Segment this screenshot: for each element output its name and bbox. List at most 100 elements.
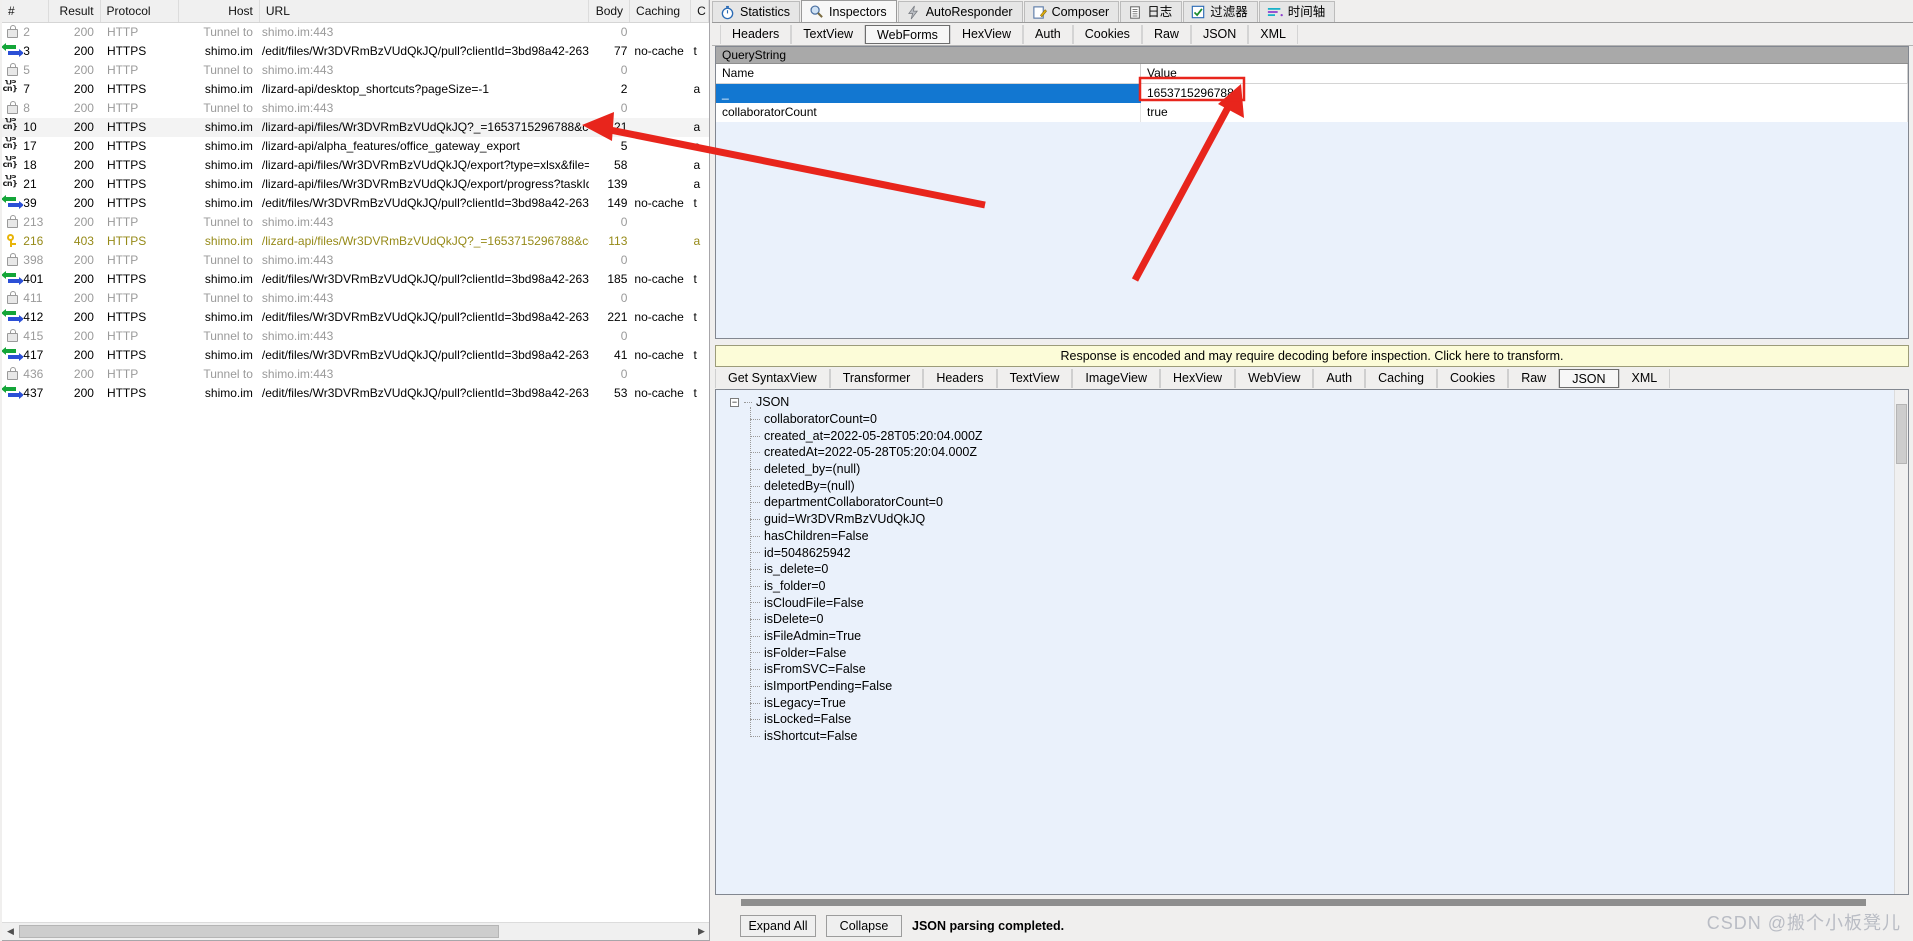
request-tab-xml[interactable]: XML bbox=[1248, 24, 1298, 44]
querystring-header-value[interactable]: Value bbox=[1141, 64, 1908, 83]
column-header-host[interactable]: Host bbox=[179, 0, 260, 22]
request-tab-hexview[interactable]: HexView bbox=[949, 24, 1024, 44]
session-result: 200 bbox=[73, 25, 94, 39]
tab-composer[interactable]: Composer bbox=[1023, 1, 1120, 22]
session-row[interactable]: {js cn} 10 200 HTTPS shimo.im/lizard-api/file… bbox=[2, 118, 709, 137]
tab-inspectors[interactable]: Inspectors bbox=[801, 0, 897, 22]
column-header-caching[interactable]: Caching bbox=[630, 0, 692, 22]
tab-过滤器[interactable]: 过滤器 bbox=[1183, 1, 1258, 22]
querystring-row[interactable]: _ 1653715296788 bbox=[716, 84, 1908, 103]
column-header-url[interactable]: URL bbox=[260, 0, 589, 22]
tab-日志[interactable]: 日志 bbox=[1120, 1, 1183, 22]
json-tree-node[interactable]: deletedBy=(null) bbox=[748, 478, 1908, 495]
json-tree-node[interactable]: isImportPending=False bbox=[748, 678, 1908, 695]
json-tree-node[interactable]: is_folder=0 bbox=[748, 578, 1908, 595]
session-row[interactable]: {js cn} 7 200 HTTPS shimo.im/lizard-api/deskt… bbox=[2, 80, 709, 99]
session-row[interactable]: 213 200 HTTP Tunnel to shimo.im:443 0 bbox=[2, 213, 709, 232]
response-tab-imageview[interactable]: ImageView bbox=[1072, 369, 1160, 388]
session-list[interactable]: # Result Protocol Host URL Body Caching … bbox=[2, 0, 710, 941]
session-row[interactable]: 398 200 HTTP Tunnel to shimo.im:443 0 bbox=[2, 251, 709, 270]
scroll-left-icon[interactable]: ◀ bbox=[2, 923, 19, 940]
response-tab-textview[interactable]: TextView bbox=[996, 369, 1073, 388]
json-tree-node[interactable]: hasChildren=False bbox=[748, 528, 1908, 545]
response-tab-caching[interactable]: Caching bbox=[1365, 369, 1438, 388]
json-tree-node[interactable]: isFileAdmin=True bbox=[748, 628, 1908, 645]
session-row[interactable]: 415 200 HTTP Tunnel to shimo.im:443 0 bbox=[2, 327, 709, 346]
querystring-row[interactable]: collaboratorCount true bbox=[716, 103, 1908, 122]
response-tab-xml[interactable]: XML bbox=[1618, 369, 1671, 388]
session-row[interactable]: 3 200 HTTPS shimo.im/edit/files/Wr3DVRmBzVU… bbox=[2, 42, 709, 61]
json-tree-node[interactable]: isFolder=False bbox=[748, 645, 1908, 662]
session-row[interactable]: 2 200 HTTP Tunnel to shimo.im:443 0 bbox=[2, 23, 709, 42]
response-tab-raw[interactable]: Raw bbox=[1508, 369, 1560, 388]
json-tree-pane[interactable]: − JSON collaboratorCount=0 created_at=2022… bbox=[715, 389, 1909, 895]
request-tab-webforms[interactable]: WebForms bbox=[865, 24, 950, 44]
json-tree-node[interactable]: isFromSVC=False bbox=[748, 661, 1908, 678]
json-tree-root[interactable]: − JSON bbox=[730, 394, 1908, 411]
session-row[interactable]: 216 403 HTTPS shimo.im/lizard-api/files/Wr3… bbox=[2, 232, 709, 251]
session-row[interactable]: {js cn} 18 200 HTTPS shimo.im/lizard-api/file… bbox=[2, 156, 709, 175]
json-tree-node[interactable]: is_delete=0 bbox=[748, 561, 1908, 578]
scroll-right-icon[interactable]: ▶ bbox=[693, 923, 709, 940]
request-tab-auth[interactable]: Auth bbox=[1023, 24, 1073, 44]
session-list-hscrollbar[interactable]: ◀ ▶ bbox=[2, 922, 709, 940]
request-tab-cookies[interactable]: Cookies bbox=[1072, 24, 1142, 44]
querystring-header-name[interactable]: Name bbox=[716, 64, 1141, 83]
collapse-button[interactable]: Collapse bbox=[826, 915, 902, 937]
column-header-content-type[interactable]: C bbox=[691, 0, 709, 22]
collapse-toggle-icon[interactable]: − bbox=[730, 398, 739, 407]
response-encoded-notice[interactable]: Response is encoded and may require deco… bbox=[715, 345, 1909, 367]
expand-all-button[interactable]: Expand All bbox=[740, 915, 816, 937]
session-row[interactable]: 5 200 HTTP Tunnel to shimo.im:443 0 bbox=[2, 61, 709, 80]
json-tree-node[interactable]: created_at=2022-05-28T05:20:04.000Z bbox=[748, 428, 1908, 445]
column-header-number[interactable]: # bbox=[2, 0, 50, 22]
session-url: /lizard-api/files/Wr3DVRmBzVUdQkJQ/expor… bbox=[261, 177, 589, 191]
vscroll-thumb[interactable] bbox=[1896, 404, 1907, 464]
request-tab-raw[interactable]: Raw bbox=[1141, 24, 1191, 44]
json-tree-node[interactable]: isCloudFile=False bbox=[748, 595, 1908, 612]
request-tab-textview[interactable]: TextView bbox=[791, 24, 866, 44]
session-row[interactable]: 437 200 HTTPS shimo.im/edit/files/Wr3DVRmBz… bbox=[2, 384, 709, 403]
session-row[interactable]: 412 200 HTTPS shimo.im/edit/files/Wr3DVRmBz… bbox=[2, 308, 709, 327]
session-row[interactable]: {js cn} 21 200 HTTPS shimo.im/lizard-api/file… bbox=[2, 175, 709, 194]
response-tab-cookies[interactable]: Cookies bbox=[1437, 369, 1509, 388]
json-tree-node[interactable]: id=5048625942 bbox=[748, 545, 1908, 562]
tab-时间轴[interactable]: 时间轴 bbox=[1258, 1, 1336, 22]
tab-autoresponder[interactable]: AutoResponder bbox=[897, 1, 1023, 22]
json-vscrollbar[interactable] bbox=[1894, 390, 1908, 894]
session-row[interactable]: 401 200 HTTPS shimo.im/edit/files/Wr3DVRmBz… bbox=[2, 270, 709, 289]
response-tab-headers[interactable]: Headers bbox=[923, 369, 997, 388]
json-tree-node[interactable]: isDelete=0 bbox=[748, 611, 1908, 628]
response-tab-json[interactable]: JSON bbox=[1559, 369, 1619, 388]
session-row[interactable]: {js cn} 17 200 HTTPS shimo.im/lizard-api/alph… bbox=[2, 137, 709, 156]
session-row[interactable]: 39 200 HTTPS shimo.im/edit/files/Wr3DVRmBzV… bbox=[2, 194, 709, 213]
session-icon bbox=[2, 42, 24, 61]
json-tree-node[interactable]: isLocked=False bbox=[748, 711, 1908, 728]
response-tab-transformer[interactable]: Transformer bbox=[829, 369, 924, 388]
session-row[interactable]: 417 200 HTTPS shimo.im/edit/files/Wr3DVRmBz… bbox=[2, 346, 709, 365]
session-row[interactable]: 436 200 HTTP Tunnel to shimo.im:443 0 bbox=[2, 365, 709, 384]
response-tab-hexview[interactable]: HexView bbox=[1159, 369, 1236, 388]
hscroll-thumb[interactable] bbox=[19, 925, 499, 938]
json-tree-node[interactable]: guid=Wr3DVRmBzVUdQkJQ bbox=[748, 511, 1908, 528]
column-header-body[interactable]: Body bbox=[589, 0, 631, 22]
json-tree-node[interactable]: createdAt=2022-05-28T05:20:04.000Z bbox=[748, 444, 1908, 461]
session-row[interactable]: 411 200 HTTP Tunnel to shimo.im:443 0 bbox=[2, 289, 709, 308]
tab-statistics[interactable]: Statistics bbox=[712, 1, 801, 22]
json-hscrollbar[interactable] bbox=[715, 895, 1909, 911]
json-hscroll-thumb[interactable] bbox=[741, 899, 1866, 906]
request-tab-headers[interactable]: Headers bbox=[720, 24, 792, 44]
json-tree-node[interactable]: deleted_by=(null) bbox=[748, 461, 1908, 478]
column-header-result[interactable]: Result bbox=[49, 0, 101, 22]
json-tree-node[interactable]: collaboratorCount=0 bbox=[748, 411, 1908, 428]
json-tree-node[interactable]: isLegacy=True bbox=[748, 695, 1908, 712]
request-tab-json[interactable]: JSON bbox=[1190, 24, 1249, 44]
column-header-protocol[interactable]: Protocol bbox=[101, 0, 180, 22]
json-tree-node[interactable]: departmentCollaboratorCount=0 bbox=[748, 494, 1908, 511]
json-doc-icon: {js cn} bbox=[2, 137, 18, 150]
json-tree-node[interactable]: isShortcut=False bbox=[748, 728, 1908, 745]
response-tab-get-syntaxview[interactable]: Get SyntaxView bbox=[715, 369, 830, 388]
response-tab-webview[interactable]: WebView bbox=[1235, 369, 1314, 388]
session-row[interactable]: 8 200 HTTP Tunnel to shimo.im:443 0 bbox=[2, 99, 709, 118]
response-tab-auth[interactable]: Auth bbox=[1313, 369, 1366, 388]
